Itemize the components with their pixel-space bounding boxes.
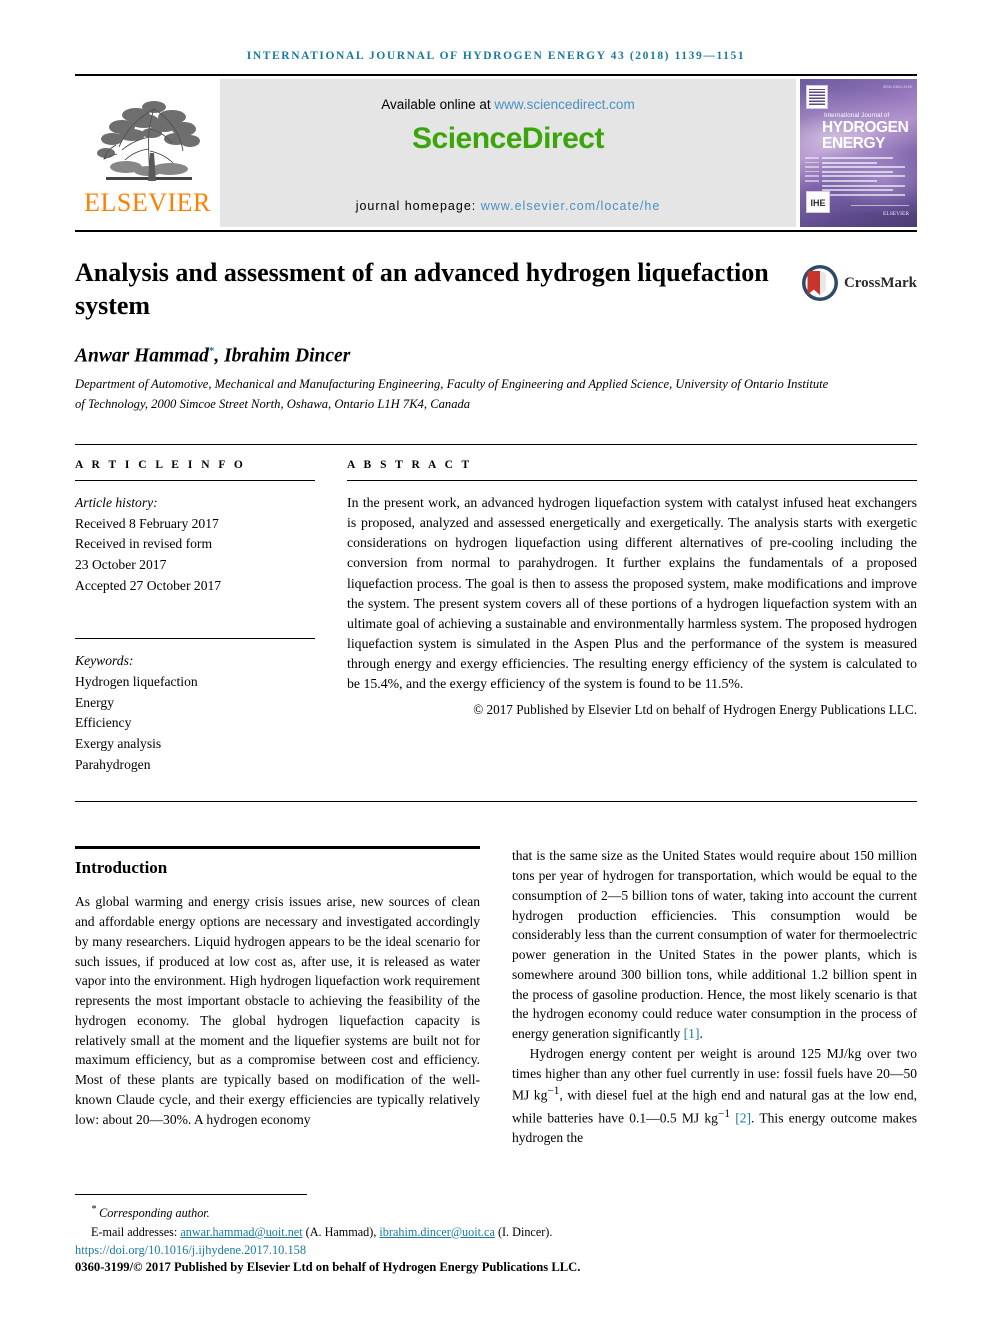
- intro-paragraph-right-1: that is the same size as the United Stat…: [512, 846, 917, 1044]
- cover-title: HYDROGEN ENERGY: [822, 120, 913, 152]
- cover-divider-rule: [851, 205, 909, 206]
- available-online-text: Available online at: [381, 97, 495, 112]
- footer-divider-rule: [75, 1194, 307, 1196]
- author-list: Anwar Hammad*, Ibrahim Dincer: [75, 345, 917, 368]
- corresponding-footnote-marker: *: [91, 1204, 97, 1216]
- email-owner-hammad: (A. Hammad),: [302, 1224, 380, 1239]
- abstract-text: In the present work, an advanced hydroge…: [347, 495, 917, 692]
- author-primary: Anwar Hammad: [75, 345, 209, 367]
- article-history-block: Article history: Received 8 February 201…: [75, 493, 315, 596]
- abstract-divider: [347, 480, 917, 482]
- author-secondary: , Ibrahim Dincer: [214, 345, 351, 367]
- info-abstract-row: A R T I C L E I N F O Article history: R…: [75, 444, 917, 775]
- section-heading-introduction: Introduction: [75, 858, 168, 878]
- page-title: Analysis and assessment of an advanced h…: [75, 258, 769, 321]
- citation-ref-2[interactable]: [2]: [735, 1110, 751, 1125]
- article-first-page: INTERNATIONAL JOURNAL OF HYDROGEN ENERGY…: [0, 0, 992, 1323]
- crossmark-label: CrossMark: [843, 274, 917, 291]
- doi-link[interactable]: https://doi.org/10.1016/j.ijhydene.2017.…: [75, 1243, 917, 1258]
- elsevier-tree-icon: [96, 100, 200, 181]
- sciencedirect-wordmark: ScienceDirect: [412, 122, 604, 155]
- article-revised-label: Received in revised form: [75, 536, 213, 552]
- journal-homepage-label: journal homepage:: [355, 199, 481, 213]
- intro-paragraph-left: As global warming and energy crisis issu…: [75, 894, 480, 1127]
- keywords-label: Keywords:: [75, 653, 134, 669]
- page-footer: * Corresponding author. E-mail addresses…: [75, 1194, 917, 1275]
- article-info-column: A R T I C L E I N F O Article history: R…: [75, 459, 315, 775]
- cover-contents-lines: [822, 157, 911, 198]
- email-owner-dincer: (I. Dincer).: [494, 1224, 553, 1239]
- email-link-hammad[interactable]: anwar.hammad@uoit.net: [180, 1225, 302, 1239]
- unit-superscript-1: −1: [547, 1085, 560, 1098]
- corresponding-author-note: * Corresponding author.: [75, 1202, 917, 1222]
- keyword-item: Efficiency: [75, 715, 132, 731]
- cover-title-line-2: ENERGY: [822, 134, 886, 152]
- journal-running-head: INTERNATIONAL JOURNAL OF HYDROGEN ENERGY…: [246, 50, 746, 62]
- intro-right-text-b: .: [699, 1026, 703, 1042]
- keyword-item: Hydrogen liquefaction: [75, 674, 198, 689]
- abstract-column: A B S T R A C T In the present work, an …: [347, 459, 917, 775]
- author-affiliation: Department of Automotive, Mechanical and…: [75, 377, 829, 411]
- sciencedirect-panel: Available online at www.sciencedirect.co…: [220, 79, 796, 227]
- keyword-item: Exergy analysis: [75, 735, 162, 751]
- email-link-dincer[interactable]: ibrahim.dincer@uoit.ca: [379, 1225, 494, 1239]
- article-info-heading: A R T I C L E I N F O: [75, 459, 246, 472]
- article-received-date: Received 8 February 2017: [75, 515, 219, 531]
- journal-masthead: ELSEVIER Available online at www.science…: [75, 74, 917, 232]
- introduction-rule: [75, 846, 480, 850]
- cover-title-line-1: HYDROGEN: [822, 119, 909, 136]
- crossmark-icon: [801, 265, 838, 301]
- keywords-divider: [75, 638, 315, 640]
- cover-supertitle: International Journal of: [824, 112, 890, 119]
- unit-superscript-2: −1: [717, 1107, 730, 1120]
- article-accepted-date: Accepted 27 October 2017: [75, 577, 222, 593]
- elsevier-wordmark: ELSEVIER: [84, 187, 211, 217]
- journal-homepage-link[interactable]: www.elsevier.com/locate/he: [481, 199, 661, 213]
- title-row: Analysis and assessment of an advanced h…: [75, 256, 917, 323]
- keyword-item: Parahydrogen: [75, 756, 151, 772]
- cover-publisher-name: ELSEVIER: [883, 211, 909, 217]
- cover-association-badge-icon: [806, 85, 828, 109]
- abstract-copyright: © 2017 Published by Elsevier Ltd on beha…: [473, 702, 917, 718]
- keyword-item: Energy: [75, 694, 115, 710]
- abstract-heading: A B S T R A C T: [347, 459, 473, 472]
- sciencedirect-url-link[interactable]: www.sciencedirect.com: [494, 97, 634, 112]
- cover-issn-text: ISSN 0360-3199: [882, 85, 912, 89]
- cover-left-text-column: [805, 157, 819, 185]
- article-history-label: Article history:: [75, 495, 158, 511]
- body-two-column-layout: Introduction As global warming and energ…: [75, 846, 917, 1148]
- citation-ref-1[interactable]: [1]: [684, 1026, 700, 1041]
- journal-homepage-line: journal homepage: www.elsevier.com/locat…: [356, 199, 661, 213]
- body-column-right: that is the same size as the United Stat…: [512, 846, 917, 1148]
- email-addresses-line: E-mail addresses: anwar.hammad@uoit.net …: [75, 1223, 917, 1241]
- body-separator-rule: [75, 801, 917, 803]
- corresponding-author-text: Corresponding author.: [99, 1206, 210, 1221]
- article-revised-date: 23 October 2017: [75, 557, 167, 573]
- issn-copyright-line: 0360-3199/© 2017 Published by Elsevier L…: [75, 1260, 581, 1274]
- crossmark-badge[interactable]: CrossMark: [801, 256, 917, 302]
- elsevier-logo: ELSEVIER: [75, 76, 220, 230]
- email-addresses-label: E-mail addresses:: [91, 1224, 181, 1239]
- available-online-line: Available online at www.sciencedirect.co…: [381, 97, 634, 112]
- journal-cover-thumbnail[interactable]: ISSN 0360-3199 International Journal of …: [800, 79, 917, 227]
- cover-hie-logo-icon: IHE: [806, 191, 830, 213]
- intro-paragraph-right-2: Hydrogen energy content per weight is ar…: [512, 1044, 917, 1148]
- body-column-left: Introduction As global warming and energ…: [75, 846, 480, 1148]
- article-info-divider: [75, 480, 315, 482]
- intro-right-text-a: that is the same size as the United Stat…: [512, 848, 917, 1042]
- keywords-block: Keywords: Hydrogen liquefaction Energy E…: [75, 651, 315, 775]
